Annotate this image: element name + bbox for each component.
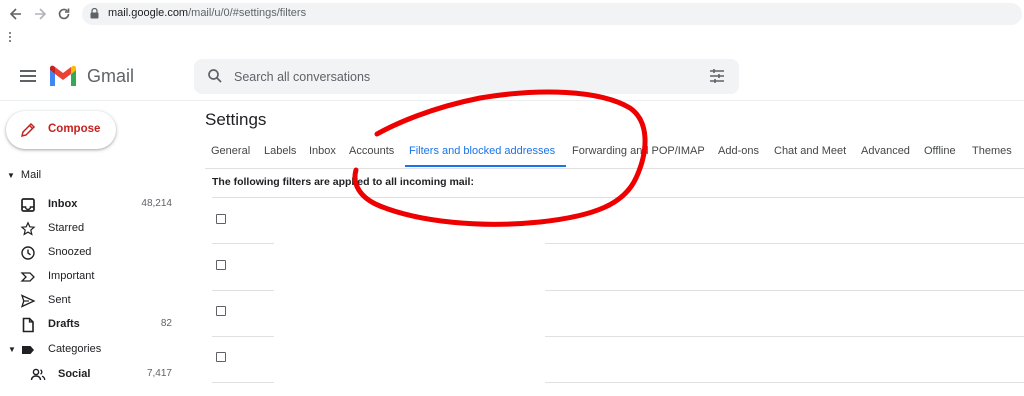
url-host: mail.google.com: [108, 7, 189, 19]
gmail-logo-icon: [50, 65, 76, 86]
people-icon: [30, 368, 46, 381]
page-title: Settings: [205, 110, 267, 129]
tabs-divider: [205, 168, 1024, 169]
sidebar-item-label: Categories: [48, 343, 102, 355]
url-text: mail.google.com/mail/u/0/#settings/filte…: [108, 7, 306, 19]
sidebar-item-count: 7,417: [146, 368, 172, 379]
sidebar-item-label: Starred: [48, 222, 85, 234]
address-bar[interactable]: mail.google.com/mail/u/0/#settings/filte…: [82, 3, 1022, 25]
search-bar[interactable]: [194, 59, 739, 94]
tab-advanced[interactable]: Advanced: [861, 145, 910, 157]
caret-down-icon: ▼: [7, 171, 15, 180]
caret-down-icon[interactable]: ▼: [8, 345, 16, 354]
reload-icon: [58, 8, 70, 20]
tab-labels[interactable]: Labels: [264, 145, 296, 157]
pencil-icon: [20, 122, 36, 138]
gmail-logo-text: Gmail: [87, 66, 135, 86]
compose-button[interactable]: Compose: [6, 111, 116, 149]
settings-tabs: General Labels Inbox Accounts Filters an…: [205, 140, 1024, 168]
main-menu-button[interactable]: [20, 70, 36, 82]
sidebar-item-count: 48,214: [141, 198, 172, 209]
filter-row-divider: [212, 197, 1024, 198]
inbox-icon: [21, 198, 35, 212]
sidebar-item-label: Snoozed: [48, 246, 92, 258]
url-path: /mail/u/0/#settings/filters: [188, 7, 307, 19]
tab-filters-and-blocked-addresses[interactable]: Filters and blocked addresses: [409, 145, 555, 157]
sidebar-item-drafts[interactable]: Drafts 82: [0, 314, 190, 336]
sidebar-item-label: Drafts: [48, 318, 80, 330]
arrow-right-icon: [35, 8, 47, 20]
star-icon: [20, 221, 36, 236]
header-divider: [0, 100, 1024, 101]
browser-menu-icon[interactable]: [8, 31, 12, 43]
sidebar-item-label: Social: [58, 368, 91, 380]
arrow-left-icon: [9, 8, 21, 20]
tab-offline[interactable]: Offline: [924, 145, 956, 157]
sidebar-item-inbox[interactable]: Inbox 48,214: [0, 194, 190, 216]
send-icon: [20, 294, 36, 308]
tab-forwarding-and-pop-imap[interactable]: Forwarding and POP/IMAP: [572, 145, 705, 157]
sidebar-section-mail[interactable]: ▼ Mail: [7, 169, 41, 181]
sidebar-section-label: Mail: [20, 169, 42, 181]
filter-checkbox[interactable]: [216, 260, 226, 270]
filter-row-divider: [545, 382, 1024, 383]
compose-label: Compose: [48, 123, 101, 135]
sidebar-item-categories[interactable]: ▼ Categories: [0, 339, 190, 361]
sidebar-item-count: 82: [160, 318, 172, 329]
tab-inbox[interactable]: Inbox: [309, 145, 336, 157]
sidebar-item-important[interactable]: Important: [0, 266, 190, 288]
sidebar-item-snoozed[interactable]: Snoozed: [0, 242, 190, 264]
clock-icon: [21, 246, 35, 260]
sidebar-item-social[interactable]: Social 7,417: [0, 364, 190, 386]
forward-button[interactable]: [30, 4, 50, 24]
sidebar-item-label: Important: [48, 270, 95, 282]
sidebar-item-starred[interactable]: Starred: [0, 218, 190, 240]
filter-row-divider: [545, 243, 1024, 244]
lock-icon: [90, 8, 99, 19]
filters-heading: The following filters are applied to all…: [212, 176, 474, 188]
active-tab-indicator: [405, 165, 566, 167]
tab-accounts[interactable]: Accounts: [349, 145, 394, 157]
filter-checkbox[interactable]: [216, 352, 226, 362]
tab-general[interactable]: General: [211, 145, 250, 157]
draft-icon: [22, 317, 34, 333]
back-button[interactable]: [6, 4, 26, 24]
filter-row-divider: [212, 290, 274, 291]
reload-button[interactable]: [54, 4, 74, 24]
filter-checkbox[interactable]: [216, 214, 226, 224]
filter-row-divider: [212, 382, 274, 383]
filter-row-divider: [545, 290, 1024, 291]
search-options-icon[interactable]: [709, 69, 725, 83]
browser-toolbar: mail.google.com/mail/u/0/#settings/filte…: [0, 0, 1024, 28]
important-icon: [20, 272, 35, 282]
tab-add-ons[interactable]: Add-ons: [718, 145, 759, 157]
filter-row-divider: [212, 243, 274, 244]
sidebar-item-label: Inbox: [48, 198, 78, 210]
filter-row-divider: [545, 336, 1024, 337]
sidebar-item-sent[interactable]: Sent: [0, 290, 190, 312]
tab-chat-and-meet[interactable]: Chat and Meet: [774, 145, 846, 157]
tab-themes[interactable]: Themes: [972, 145, 1012, 157]
label-icon: [22, 346, 34, 354]
sidebar-item-label: Sent: [48, 294, 71, 306]
search-input[interactable]: [234, 67, 674, 87]
search-icon[interactable]: [207, 68, 223, 84]
filter-row-divider: [212, 336, 274, 337]
filter-checkbox[interactable]: [216, 306, 226, 316]
